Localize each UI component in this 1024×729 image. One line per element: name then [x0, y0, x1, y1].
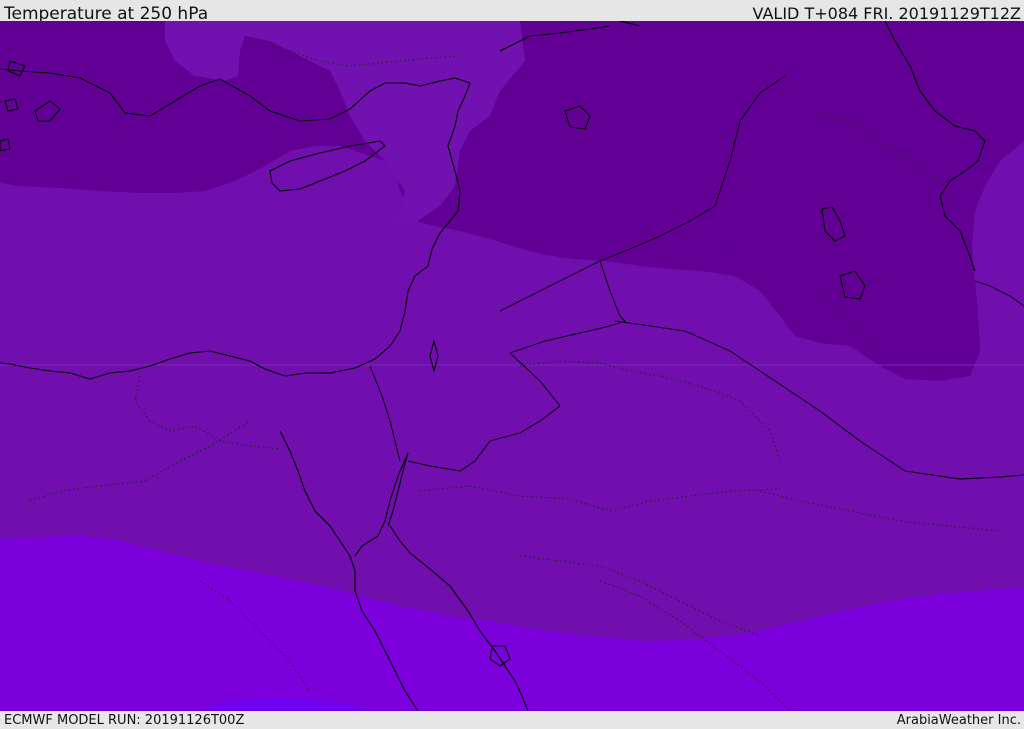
model-run-label: ECMWF MODEL RUN: 20191126T00Z: [4, 713, 245, 728]
map-canvas: [0, 21, 1024, 711]
credit-label: ArabiaWeather Inc.: [896, 713, 1021, 728]
temperature-map: [0, 21, 1024, 711]
